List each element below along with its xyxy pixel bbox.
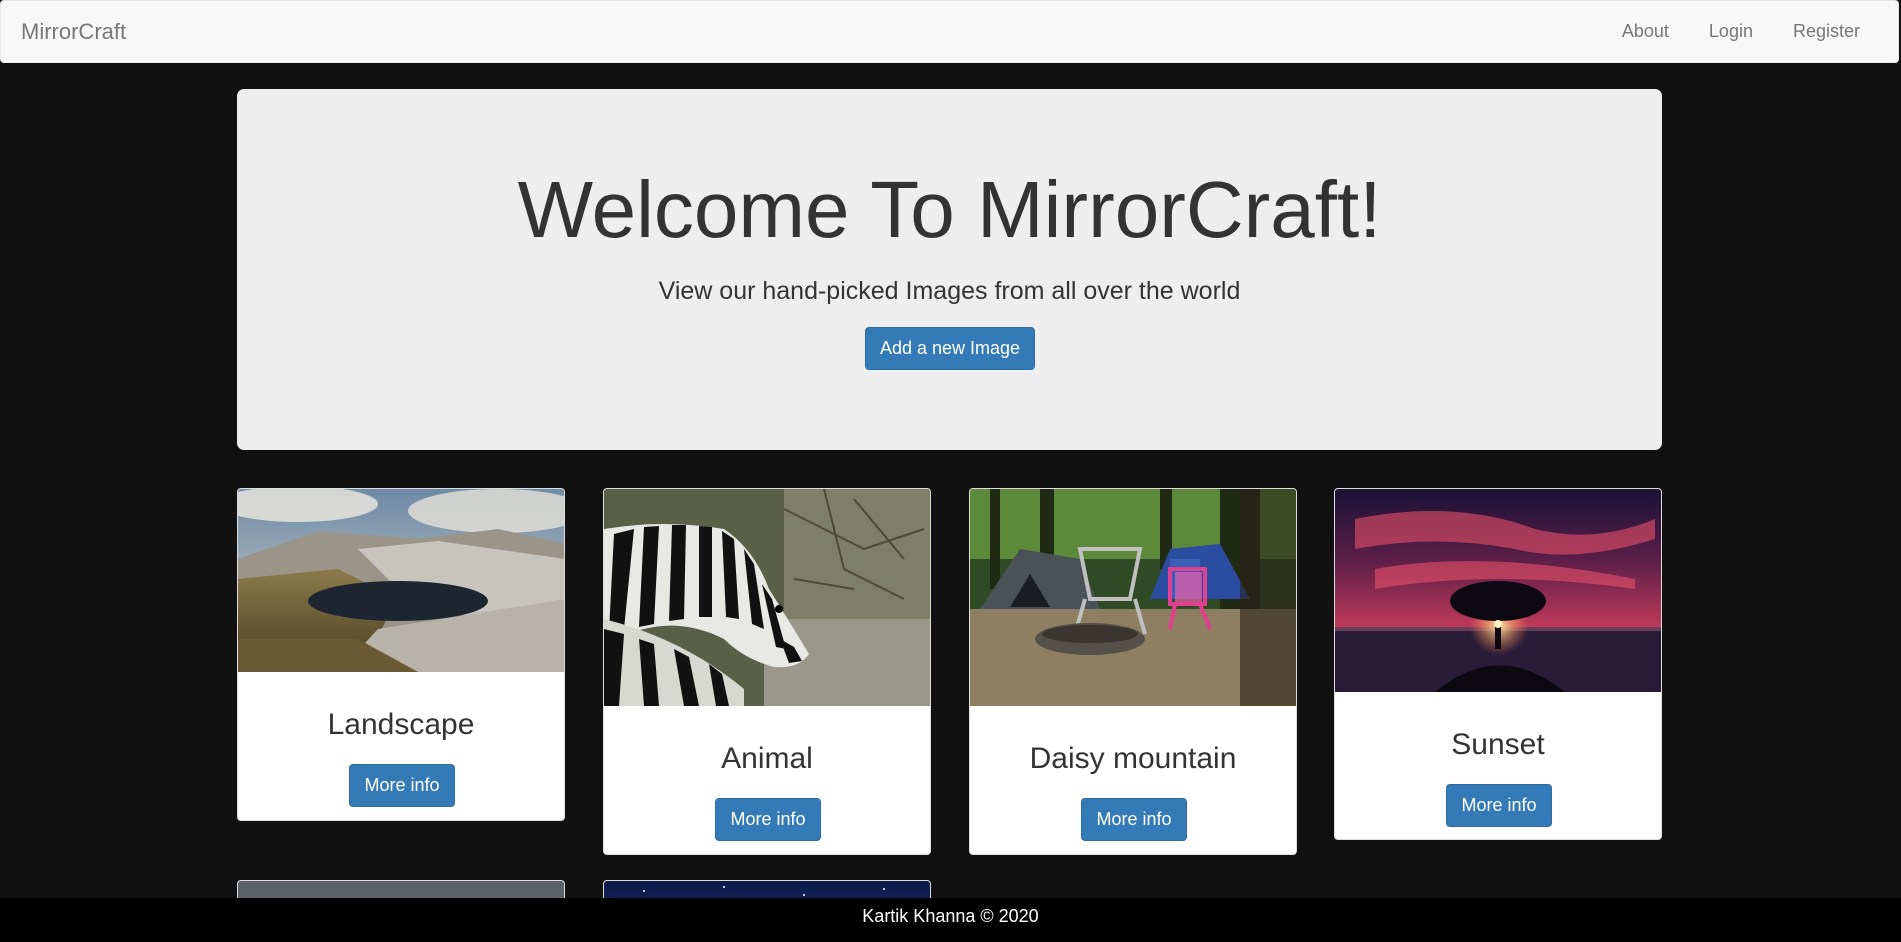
navbar: MirrorCraft About Login Register	[0, 0, 1899, 63]
nav-register-link[interactable]: Register	[1773, 21, 1860, 42]
footer: Kartik Khanna © 2020	[0, 898, 1901, 942]
page-title: Welcome To MirrorCraft!	[517, 165, 1382, 254]
zebra-image[interactable]	[604, 489, 930, 706]
image-card-animal: Animal More info	[603, 488, 931, 855]
nav-links: About Login Register	[1602, 1, 1860, 62]
more-info-button[interactable]: More info	[1446, 784, 1552, 827]
image-card-landscape: Landscape More info	[237, 488, 565, 821]
card-title: Landscape	[327, 708, 475, 741]
more-info-button[interactable]: More info	[1081, 798, 1187, 841]
add-image-button[interactable]: Add a new Image	[865, 327, 1035, 370]
jumbotron: Welcome To MirrorCraft! View our hand-pi…	[237, 89, 1662, 450]
brand-link[interactable]: MirrorCraft	[21, 19, 126, 45]
nav-about-link[interactable]: About	[1602, 21, 1689, 42]
more-info-button[interactable]: More info	[715, 798, 821, 841]
card-title: Daisy mountain	[1029, 742, 1237, 775]
page-subtitle: View our hand-picked Images from all ove…	[658, 277, 1241, 305]
sunset-image[interactable]	[1335, 489, 1661, 692]
image-card-daisy-mountain: Daisy mountain More info	[969, 488, 1297, 855]
campsite-image[interactable]	[970, 489, 1296, 706]
landscape-image[interactable]	[238, 489, 564, 672]
image-card-sunset: Sunset More info	[1334, 488, 1662, 840]
card-title: Sunset	[1451, 728, 1545, 761]
more-info-button[interactable]: More info	[349, 764, 455, 807]
card-title: Animal	[721, 742, 813, 775]
nav-login-link[interactable]: Login	[1689, 21, 1773, 42]
footer-copyright: Kartik Khanna © 2020	[862, 906, 1039, 926]
